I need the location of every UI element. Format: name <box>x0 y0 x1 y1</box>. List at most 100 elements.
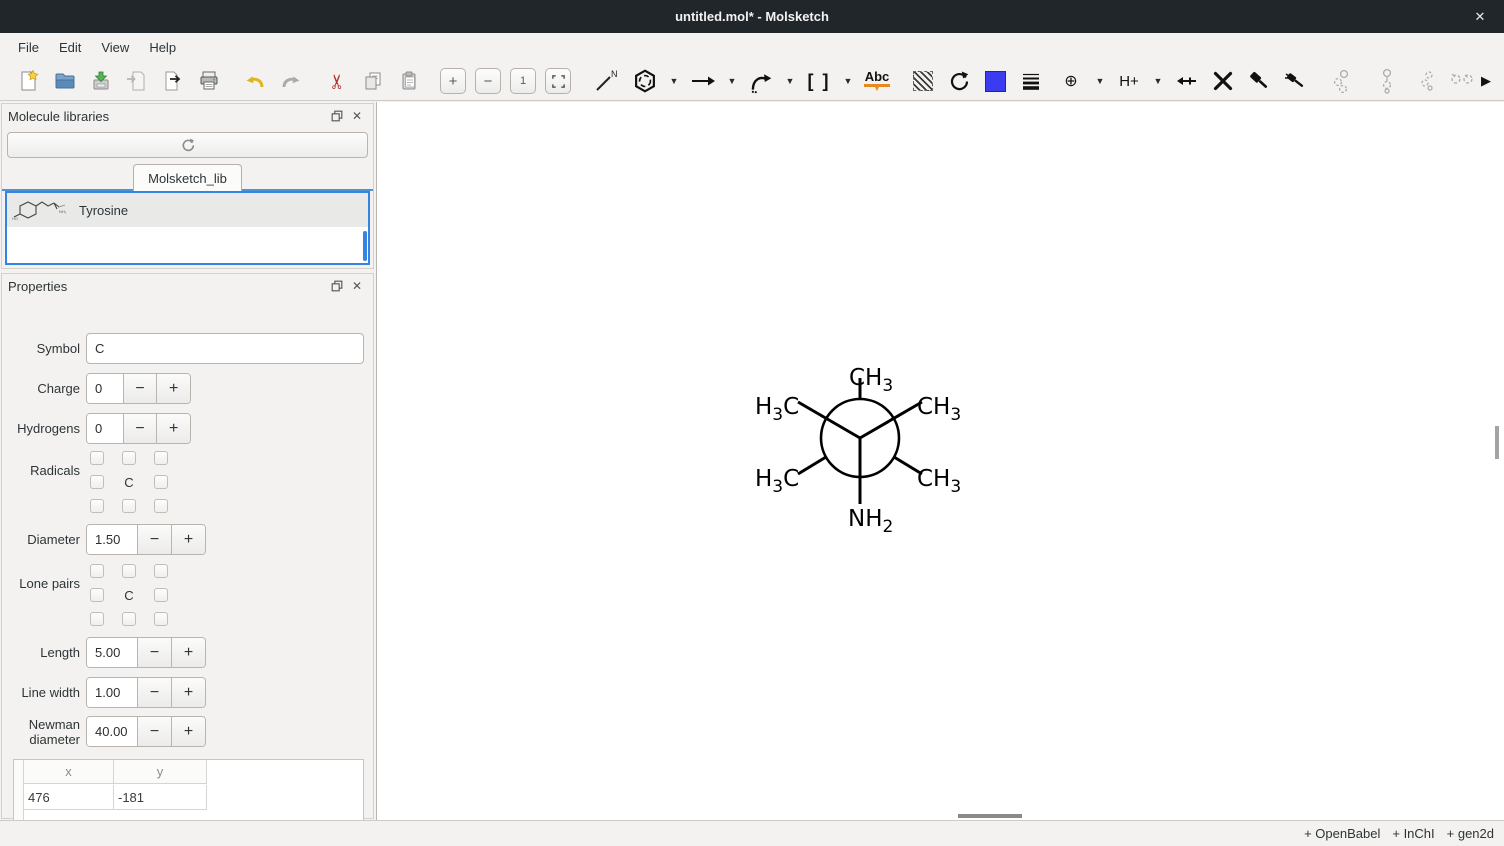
vertical-scrollbar[interactable] <box>1495 426 1499 459</box>
export-button[interactable] <box>158 66 188 96</box>
draw-bond-button[interactable]: N <box>590 66 620 96</box>
charge-increment-button[interactable]: + <box>156 374 190 403</box>
lone-pair-checkbox[interactable] <box>90 612 104 626</box>
radical-checkbox[interactable] <box>154 499 168 513</box>
list-item-tyrosine[interactable]: HO NH₂ Tyrosine <box>7 193 368 227</box>
ring-tool-dropdown[interactable]: ▼ <box>666 66 682 96</box>
float-panel-button[interactable] <box>327 107 347 125</box>
color-swatch-button[interactable] <box>980 66 1010 96</box>
rotate-button[interactable] <box>944 66 974 96</box>
column-header-y[interactable]: y <box>114 760 207 784</box>
redo-button[interactable] <box>276 66 306 96</box>
radical-checkbox[interactable] <box>154 451 168 465</box>
close-panel-button[interactable]: ✕ <box>347 107 367 125</box>
text-tool-button[interactable]: Abc▼ <box>862 66 892 96</box>
toolbar-overflow-button[interactable]: ▶ <box>1476 67 1496 95</box>
reaction-arrow-dropdown[interactable]: ▼ <box>724 66 740 96</box>
benzene-ring-icon <box>632 68 658 94</box>
diameter-decrement-button[interactable]: − <box>137 525 171 554</box>
float-properties-button[interactable] <box>327 277 347 295</box>
brackets-button[interactable]: [ ] <box>804 66 834 96</box>
menu-view[interactable]: View <box>91 36 139 59</box>
zoom-original-button[interactable]: 1 <box>510 68 536 94</box>
print-button[interactable] <box>194 66 224 96</box>
charge-value[interactable]: 0 <box>87 374 123 403</box>
radical-checkbox[interactable] <box>122 499 136 513</box>
area-selection-button[interactable] <box>908 66 938 96</box>
library-scrollbar[interactable] <box>363 231 367 261</box>
radical-checkbox[interactable] <box>90 451 104 465</box>
zoom-in-button[interactable]: + <box>440 68 466 94</box>
remove-hydrogen-button[interactable] <box>1172 66 1202 96</box>
hydrogen-tool-dropdown[interactable]: ▼ <box>1150 66 1166 96</box>
cut-button[interactable]: ✂ <box>322 66 352 96</box>
radical-checkbox[interactable] <box>122 451 136 465</box>
line-width-increment-button[interactable]: + <box>171 678 205 707</box>
paste-button[interactable] <box>394 66 424 96</box>
lone-pair-checkbox[interactable] <box>90 588 104 602</box>
radical-checkbox[interactable] <box>154 475 168 489</box>
line-width-decrement-button[interactable]: − <box>137 678 171 707</box>
charge-decrement-button[interactable]: − <box>123 374 157 403</box>
reaction-arrow-button[interactable] <box>688 66 718 96</box>
column-header-x[interactable]: x <box>24 760 114 784</box>
lone-pair-checkbox[interactable] <box>122 564 136 578</box>
length-decrement-button[interactable]: − <box>137 638 171 667</box>
length-value[interactable]: 5.00 <box>87 638 137 667</box>
lone-pair-checkbox[interactable] <box>154 588 168 602</box>
brackets-dropdown[interactable]: ▼ <box>840 66 856 96</box>
import-button[interactable] <box>122 66 152 96</box>
mechanism-arrow-button[interactable] <box>746 66 776 96</box>
zoom-fit-button[interactable] <box>545 68 571 94</box>
symbol-input[interactable]: C <box>86 333 364 364</box>
copy-button[interactable] <box>358 66 388 96</box>
length-increment-button[interactable]: + <box>171 638 205 667</box>
diameter-value[interactable]: 1.50 <box>87 525 137 554</box>
mm-disabled-4-button[interactable] <box>1448 66 1478 96</box>
radical-checkbox[interactable] <box>90 475 104 489</box>
lone-pair-checkbox[interactable] <box>154 564 168 578</box>
radical-checkbox[interactable] <box>90 499 104 513</box>
close-properties-button[interactable]: ✕ <box>347 277 367 295</box>
lone-pair-checkbox[interactable] <box>90 564 104 578</box>
optimize-tool-1-button[interactable] <box>1244 66 1274 96</box>
menu-help[interactable]: Help <box>139 36 186 59</box>
menu-file[interactable]: File <box>8 36 49 59</box>
mm-disabled-3-button[interactable] <box>1412 66 1442 96</box>
window-close-button[interactable]: ✕ <box>1466 0 1494 33</box>
open-file-button[interactable] <box>50 66 80 96</box>
cell-y-value[interactable]: -181 <box>114 785 207 810</box>
lone-pair-checkbox[interactable] <box>122 612 136 626</box>
hydrogens-decrement-button[interactable]: − <box>123 414 157 443</box>
ring-tool-button[interactable] <box>630 66 660 96</box>
zoom-out-button[interactable]: − <box>475 68 501 94</box>
mm-disabled-1-button[interactable] <box>1326 66 1356 96</box>
line-width-button[interactable] <box>1016 66 1046 96</box>
diameter-increment-button[interactable]: + <box>171 525 205 554</box>
mechanism-arrow-dropdown[interactable]: ▼ <box>782 66 798 96</box>
undo-button[interactable] <box>240 66 270 96</box>
text-tool-icon: Abc▼ <box>864 69 891 93</box>
hydrogens-value[interactable]: 0 <box>87 414 123 443</box>
menu-edit[interactable]: Edit <box>49 36 91 59</box>
hydrogen-tool-button[interactable]: H+ <box>1114 66 1144 96</box>
drawing-canvas[interactable]: CH3 H3C CH3 H3C CH3 NH2 <box>377 102 1504 820</box>
new-document-button[interactable] <box>14 66 44 96</box>
radicals-grid: C <box>90 451 168 513</box>
tab-molsketch-lib[interactable]: Molsketch_lib <box>133 164 242 191</box>
save-button[interactable] <box>86 66 116 96</box>
hydrogens-increment-button[interactable]: + <box>156 414 190 443</box>
newman-diameter-decrement-button[interactable]: − <box>137 717 171 746</box>
cell-x-value[interactable]: 476 <box>24 785 114 810</box>
newman-diameter-increment-button[interactable]: + <box>171 717 205 746</box>
library-refresh-button[interactable] <box>7 132 368 158</box>
newman-diameter-value[interactable]: 40.00 <box>87 717 137 746</box>
delete-button[interactable] <box>1208 66 1238 96</box>
horizontal-scrollbar[interactable] <box>958 814 1022 818</box>
lone-pair-checkbox[interactable] <box>154 612 168 626</box>
optimize-tool-2-button[interactable] <box>1280 66 1310 96</box>
line-width-value[interactable]: 1.00 <box>87 678 137 707</box>
charge-tool-button[interactable]: ⊕ <box>1056 66 1086 96</box>
charge-tool-dropdown[interactable]: ▼ <box>1092 66 1108 96</box>
mm-disabled-2-button[interactable] <box>1372 66 1402 96</box>
